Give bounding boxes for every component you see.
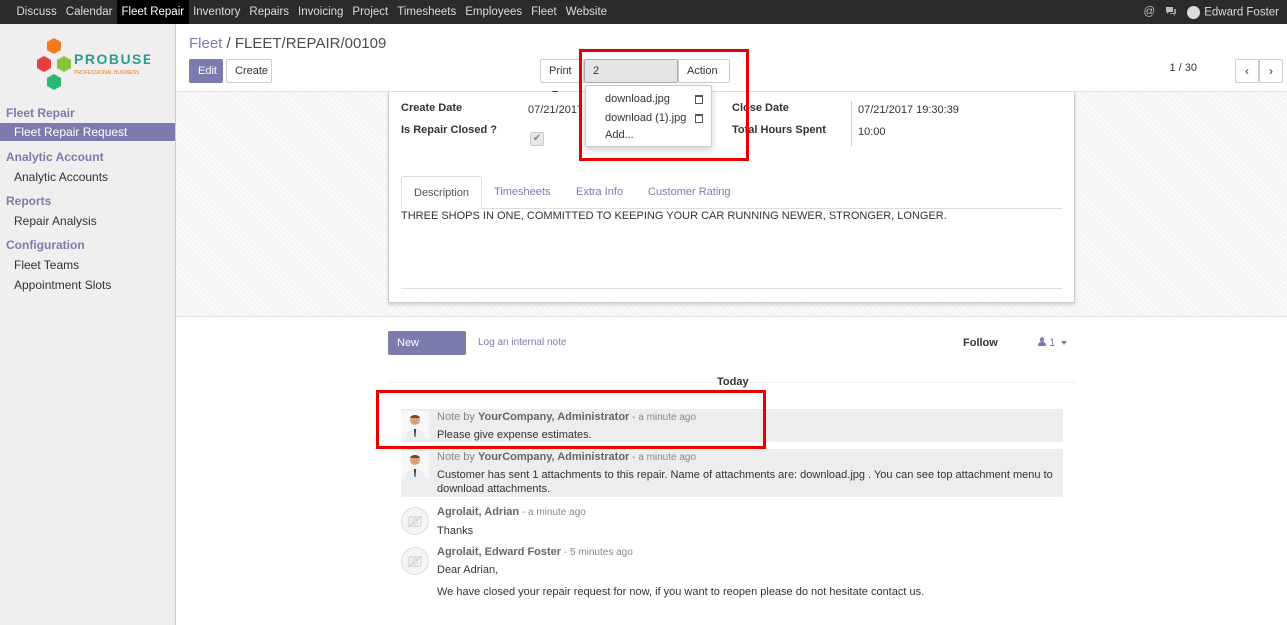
message-time: - a minute ago	[519, 507, 586, 518]
message: Agrolait, Adrian - a minute ago Thanks	[401, 504, 1063, 538]
date-separator: Today	[717, 376, 749, 388]
author-avatar	[401, 451, 429, 479]
notebook-tabs: Description Timesheets Extra Info Custom…	[401, 176, 1062, 209]
tab-customer-rating[interactable]: Customer Rating	[636, 176, 743, 209]
menu-fleet-repair[interactable]: Fleet Repair	[116, 0, 189, 24]
message-body: Customer has sent 1 attachments to this …	[437, 469, 1053, 495]
message-author[interactable]: YourCompany, Administrator	[478, 451, 629, 463]
sidebar: PROBUSE PROFESSIONAL BUSINESS Fleet Repa…	[0, 24, 176, 625]
top-menu-bar: Discuss Calendar Fleet Repair Inventory …	[0, 0, 1287, 24]
pager-value: 1 / 30	[1169, 62, 1197, 74]
message-header: Note by YourCompany, Administrator - a m…	[437, 451, 696, 463]
chevron-right-icon: ›	[1269, 64, 1273, 78]
message-body: Thanks	[437, 525, 474, 537]
breadcrumb-fleet[interactable]: Fleet	[189, 35, 222, 52]
sidebar-item-analytic-accounts[interactable]: Analytic Accounts	[14, 170, 108, 184]
chatter: New message Log an internal note Follow …	[176, 318, 1287, 625]
followers-dropdown[interactable]: 1	[1038, 337, 1068, 349]
logo-subtext: PROFESSIONAL BUSINESS	[74, 70, 140, 76]
camera-placeholder-icon	[401, 547, 429, 575]
sidebar-section-reports: Reports	[6, 194, 52, 208]
pager-previous-button[interactable]: ‹	[1235, 59, 1259, 83]
total-hours-value: 10:00	[858, 126, 886, 138]
menu-invoicing[interactable]: Invoicing	[294, 0, 348, 24]
mention-icon[interactable]: @	[1144, 6, 1156, 18]
camera-placeholder-icon	[401, 507, 429, 535]
breadcrumb-separator: /	[226, 35, 231, 52]
message-author[interactable]: Agrolait, Edward Foster	[437, 546, 561, 558]
menu-employees[interactable]: Employees	[461, 0, 527, 24]
menu-discuss[interactable]: Discuss	[12, 0, 61, 24]
user-menu[interactable]: Edward Foster	[1187, 5, 1279, 19]
menu-calendar[interactable]: Calendar	[61, 0, 117, 24]
description-text: THREE SHOPS IN ONE, COMMITTED TO KEEPING…	[401, 210, 947, 222]
follow-button[interactable]: Follow	[963, 337, 998, 349]
message-header: Agrolait, Adrian - a minute ago	[437, 506, 586, 518]
message: Agrolait, Edward Foster - 5 minutes ago …	[401, 544, 1063, 604]
menu-project[interactable]: Project	[348, 0, 393, 24]
repair-closed-label: Is Repair Closed ?	[401, 124, 497, 136]
log-note-link[interactable]: Log an internal note	[478, 337, 566, 348]
create-button[interactable]: Create	[226, 59, 272, 83]
app-menu: Discuss Calendar Fleet Repair Inventory …	[12, 0, 612, 24]
sidebar-item-fleet-repair-request[interactable]: Fleet Repair Request	[0, 123, 175, 141]
sidebar-section-fleet-repair: Fleet Repair	[6, 106, 75, 120]
breadcrumb: Fleet / FLEET/REPAIR/00109	[189, 35, 386, 52]
divider	[401, 288, 1062, 289]
user-avatar	[1187, 5, 1201, 19]
sidebar-section-analytic-account: Analytic Account	[6, 150, 104, 164]
message-header: Agrolait, Edward Foster - 5 minutes ago	[437, 546, 633, 558]
highlight-box-attachments	[579, 49, 749, 161]
new-message-button[interactable]: New message	[388, 331, 466, 371]
sidebar-item-fleet-teams[interactable]: Fleet Teams	[14, 258, 79, 272]
edit-button[interactable]: Edit	[189, 59, 223, 83]
tab-extra-info[interactable]: Extra Info	[564, 176, 635, 209]
chat-icon[interactable]	[1165, 6, 1177, 19]
highlight-box-note	[376, 390, 766, 449]
message-time: - a minute ago	[629, 452, 697, 463]
chevron-left-icon: ‹	[1245, 64, 1249, 78]
logo-text: PROBUSE	[74, 51, 150, 67]
message-time: - 5 minutes ago	[561, 547, 633, 558]
print-dropdown[interactable]: Print	[540, 59, 584, 96]
user-name: Edward Foster	[1204, 6, 1279, 19]
menu-inventory[interactable]: Inventory	[189, 0, 245, 24]
print-label: Print	[549, 65, 572, 77]
message-note: Note by YourCompany, Administrator - a m…	[401, 449, 1063, 497]
systray: @ Edward Foster	[1144, 0, 1279, 24]
followers-count: 1	[1049, 337, 1056, 349]
create-date-value: 07/21/2017	[528, 104, 584, 116]
message-prefix: Note by	[437, 451, 478, 463]
sidebar-item-appointment-slots[interactable]: Appointment Slots	[14, 278, 111, 292]
field-divider	[851, 101, 852, 146]
breadcrumb-current: FLEET/REPAIR/00109	[234, 35, 387, 52]
menu-timesheets[interactable]: Timesheets	[393, 0, 461, 24]
message-body-greeting: Dear Adrian,	[437, 564, 499, 576]
close-date-value: 07/21/2017 19:30:39	[858, 104, 959, 116]
menu-repairs[interactable]: Repairs	[245, 0, 294, 24]
menu-website[interactable]: Website	[561, 0, 611, 24]
caret-down-icon	[1061, 341, 1068, 346]
create-date-label: Create Date	[401, 102, 463, 114]
tab-timesheets[interactable]: Timesheets	[482, 176, 562, 209]
menu-fleet[interactable]: Fleet	[527, 0, 562, 24]
sidebar-item-repair-analysis[interactable]: Repair Analysis	[14, 214, 97, 228]
pager-next-button[interactable]: ›	[1259, 59, 1283, 83]
repair-closed-checkbox[interactable]: ✔	[530, 132, 544, 146]
sidebar-section-configuration: Configuration	[6, 238, 85, 252]
company-logo: PROBUSE PROFESSIONAL BUSINESS	[30, 36, 152, 96]
message-author[interactable]: Agrolait, Adrian	[437, 506, 519, 518]
tab-description[interactable]: Description	[401, 176, 483, 209]
message-body: We have closed your repair request for n…	[437, 586, 925, 598]
user-icon	[1038, 337, 1046, 346]
